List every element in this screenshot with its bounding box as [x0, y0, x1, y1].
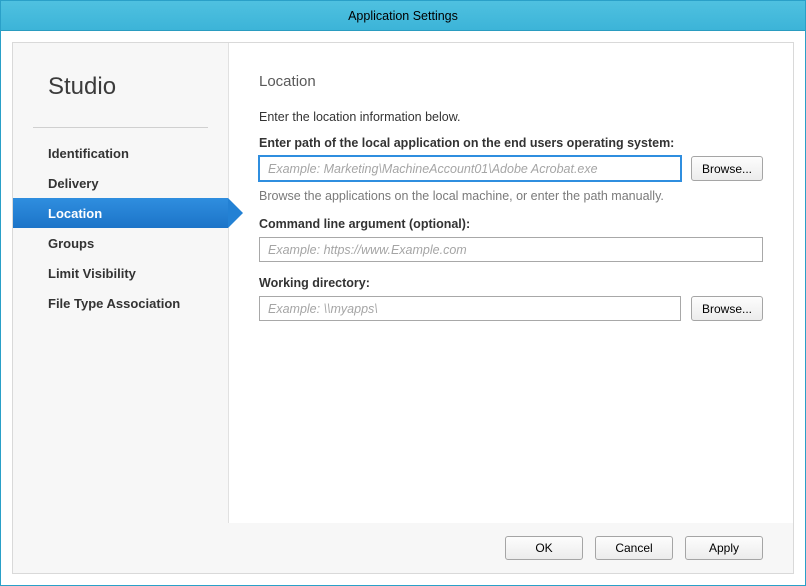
- window-body: Studio Identification Delivery Location: [1, 31, 805, 585]
- sidebar-item-label: File Type Association: [48, 296, 180, 311]
- sidebar: Studio Identification Delivery Location: [13, 43, 228, 523]
- cmdline-input[interactable]: [259, 237, 763, 262]
- titlebar[interactable]: Application Settings: [1, 1, 805, 31]
- browse-path-button[interactable]: Browse...: [691, 156, 763, 181]
- workdir-input[interactable]: [259, 296, 681, 321]
- main-panel: Location Enter the location information …: [228, 43, 793, 523]
- sidebar-divider: [33, 127, 208, 128]
- window-title: Application Settings: [348, 9, 458, 23]
- apply-button[interactable]: Apply: [685, 536, 763, 560]
- dialog-panel: Studio Identification Delivery Location: [12, 42, 794, 574]
- page-title: Location: [259, 73, 763, 90]
- button-bar: OK Cancel Apply: [13, 523, 793, 573]
- sidebar-item-groups[interactable]: Groups: [13, 228, 228, 258]
- content-area: Studio Identification Delivery Location: [13, 43, 793, 523]
- path-input[interactable]: [259, 156, 681, 181]
- sidebar-item-delivery[interactable]: Delivery: [13, 168, 228, 198]
- ok-button[interactable]: OK: [505, 536, 583, 560]
- sidebar-item-label: Identification: [48, 146, 129, 161]
- path-label: Enter path of the local application on t…: [259, 136, 763, 150]
- sidebar-item-identification[interactable]: Identification: [13, 138, 228, 168]
- sidebar-item-location[interactable]: Location: [13, 198, 228, 228]
- sidebar-item-label: Location: [48, 206, 102, 221]
- workdir-row: Browse...: [259, 296, 763, 321]
- sidebar-item-file-type-association[interactable]: File Type Association: [13, 288, 228, 318]
- cancel-button[interactable]: Cancel: [595, 536, 673, 560]
- path-row: Browse...: [259, 156, 763, 181]
- brand-label: Studio: [13, 73, 228, 119]
- sidebar-item-limit-visibility[interactable]: Limit Visibility: [13, 258, 228, 288]
- sidebar-item-label: Delivery: [48, 176, 99, 191]
- sidebar-nav: Identification Delivery Location Groups: [13, 138, 228, 318]
- instruction-text: Enter the location information below.: [259, 110, 763, 124]
- sidebar-item-label: Groups: [48, 236, 94, 251]
- sidebar-item-label: Limit Visibility: [48, 266, 136, 281]
- cmdline-row: [259, 237, 763, 262]
- cmdline-label: Command line argument (optional):: [259, 217, 763, 231]
- window: Application Settings Studio Identificati…: [0, 0, 806, 586]
- path-hint: Browse the applications on the local mac…: [259, 189, 763, 203]
- browse-workdir-button[interactable]: Browse...: [691, 296, 763, 321]
- workdir-label: Working directory:: [259, 276, 763, 290]
